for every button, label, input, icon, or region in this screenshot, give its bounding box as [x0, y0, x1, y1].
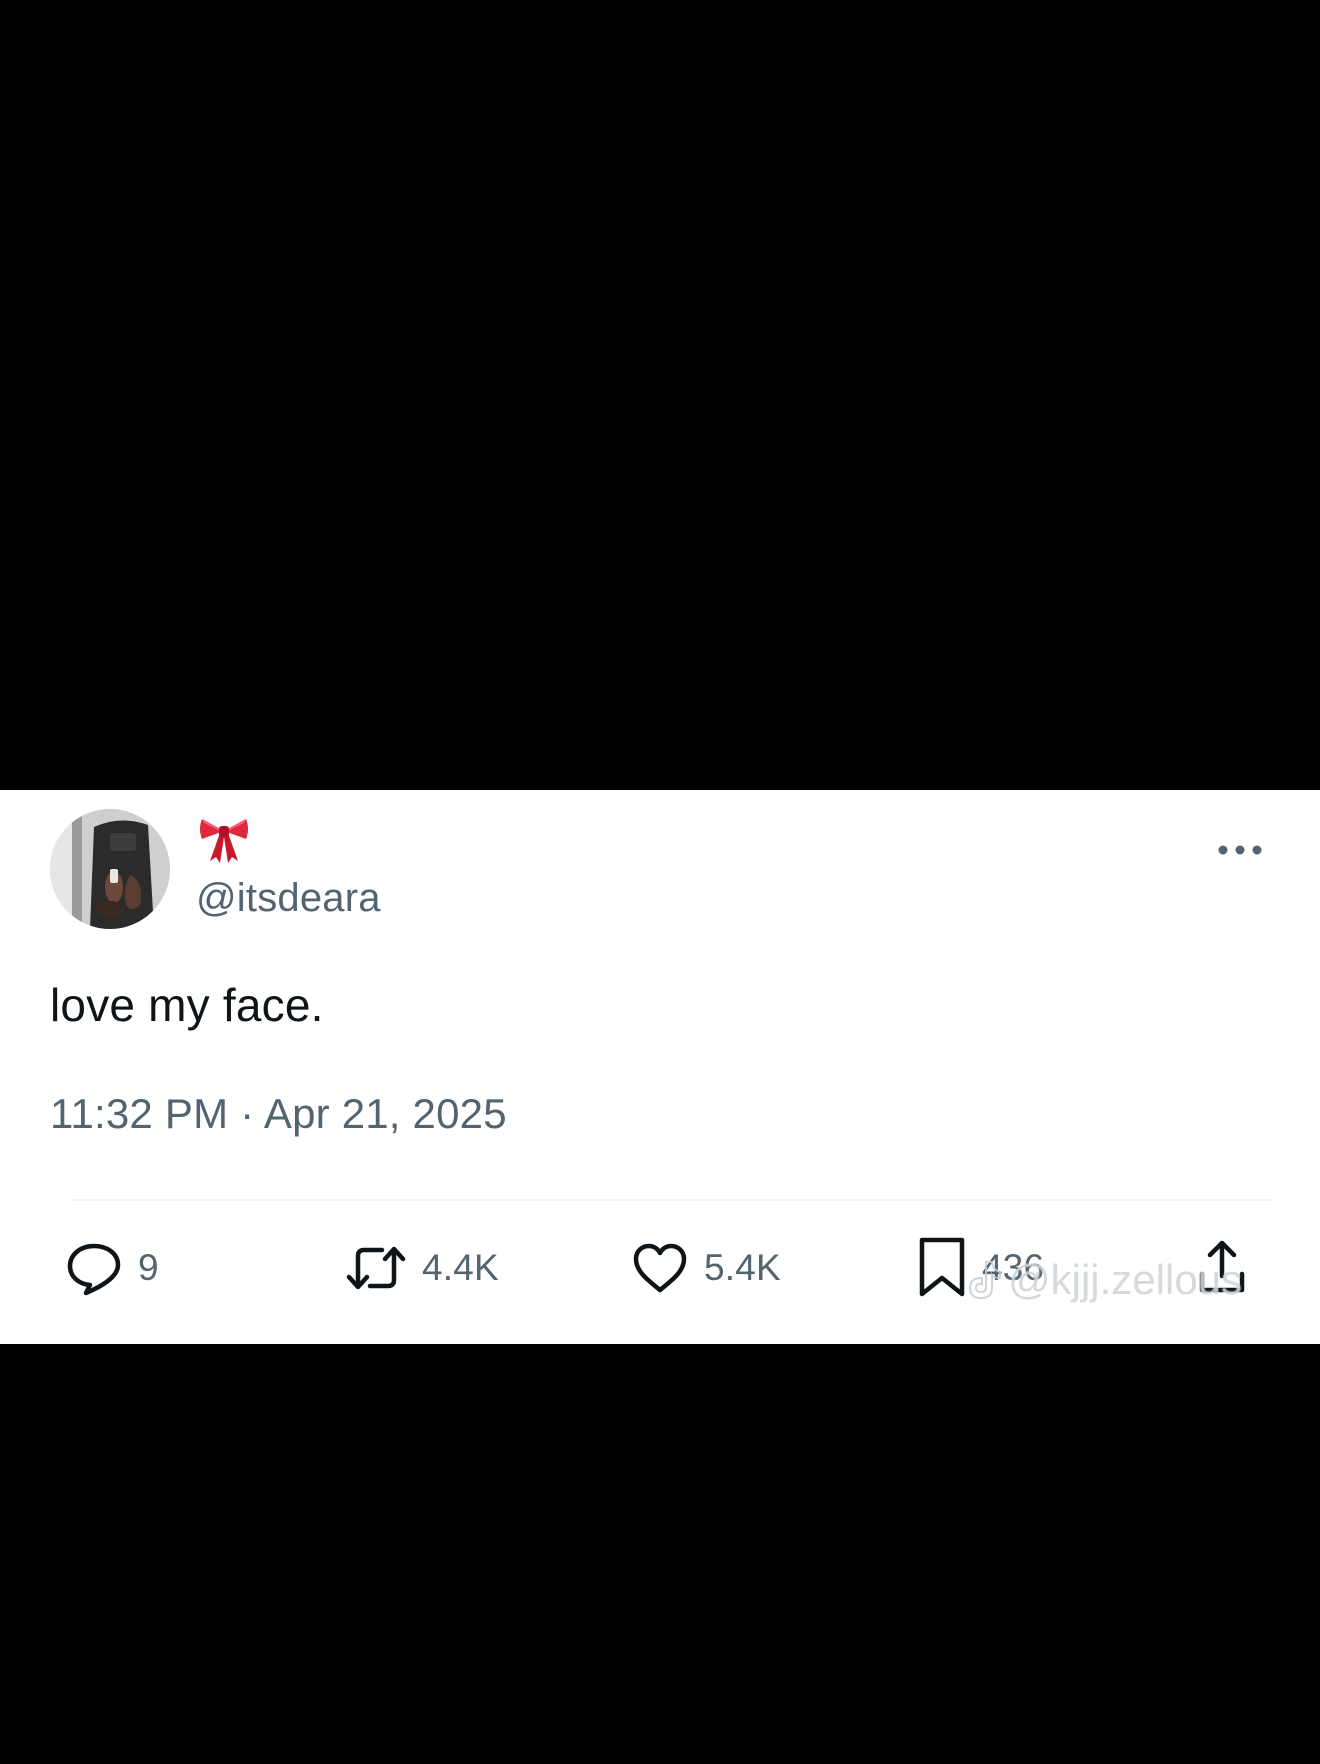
repost-count: 4.4K	[422, 1247, 499, 1288]
more-options-button[interactable]	[1212, 830, 1268, 870]
reply-button[interactable]: 9	[64, 1238, 159, 1298]
repost-icon	[346, 1246, 406, 1290]
divider	[74, 1199, 1272, 1201]
tweet-timestamp[interactable]: 11:32 PM · Apr 21, 2025	[50, 1090, 507, 1138]
display-name[interactable]	[198, 812, 250, 870]
bow-emoji	[198, 813, 250, 870]
tweet-card: @itsdeara love my face. 11:32 PM · Apr 2…	[0, 790, 1320, 1344]
bookmark-count: 436	[982, 1247, 1045, 1288]
share-button[interactable]	[1196, 1238, 1248, 1298]
repost-button[interactable]: 4.4K	[344, 1238, 499, 1298]
reply-count: 9	[138, 1247, 159, 1288]
letterbox-top	[0, 0, 1320, 790]
more-horizontal-icon	[1218, 845, 1262, 855]
bookmark-button[interactable]: 436	[916, 1237, 1045, 1298]
reply-bubble-icon	[67, 1243, 121, 1296]
user-handle[interactable]: @itsdeara	[196, 876, 381, 921]
share-upload-icon	[1199, 1240, 1245, 1293]
avatar[interactable]	[50, 809, 170, 929]
bookmark-icon	[919, 1237, 965, 1297]
like-button[interactable]: 5.4K	[630, 1238, 781, 1298]
like-count: 5.4K	[704, 1247, 781, 1288]
tweet-text: love my face.	[50, 979, 324, 1031]
letterbox-bottom	[0, 1344, 1320, 1764]
heart-icon	[633, 1243, 687, 1293]
